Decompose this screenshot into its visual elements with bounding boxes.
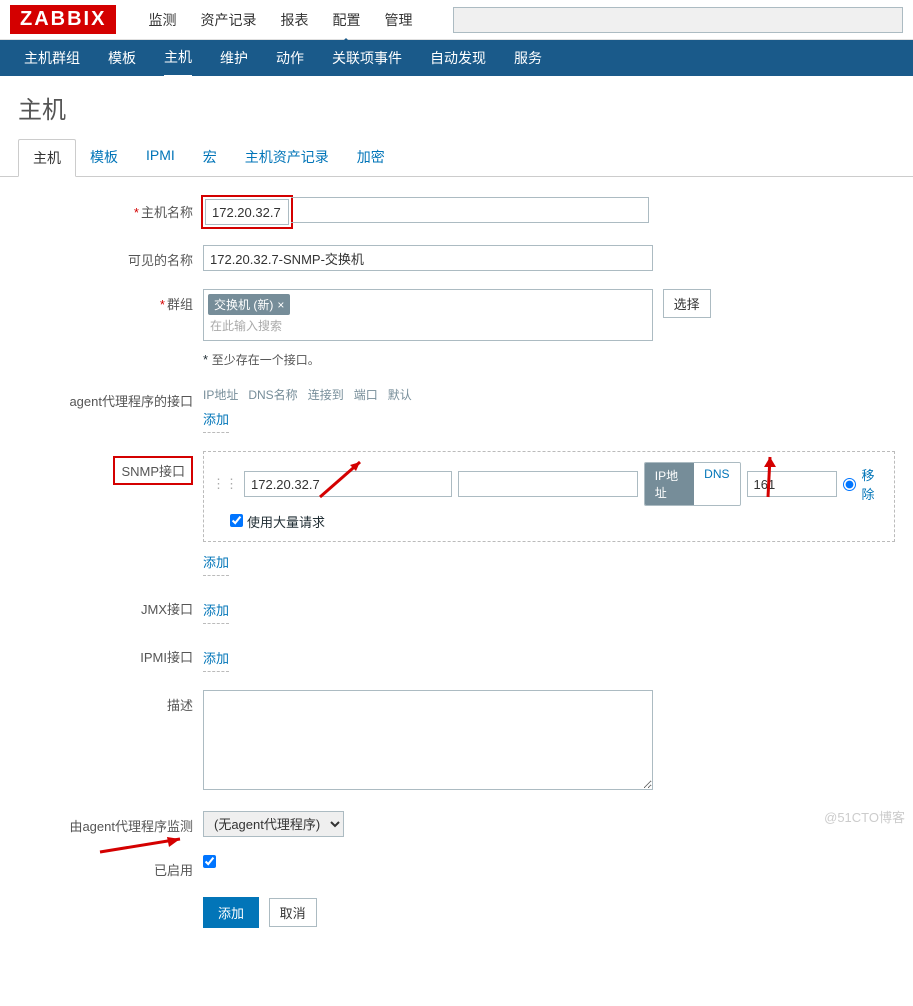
label-visible-name: 可见的名称 (18, 245, 203, 269)
subnav-maintenance[interactable]: 维护 (220, 40, 248, 76)
groups-placeholder: 在此输入搜索 (208, 315, 648, 336)
snmp-default-radio[interactable] (843, 478, 856, 491)
snmp-ip-input[interactable] (244, 471, 452, 497)
top-nav: ZABBIX 监测 资产记录 报表 配置 管理 (0, 0, 913, 40)
ipmi-add-link[interactable]: 添加 (203, 651, 229, 666)
sub-nav: 主机群组 模板 主机 维护 动作 关联项事件 自动发现 服务 (0, 40, 913, 76)
subnav-actions[interactable]: 动作 (276, 40, 304, 76)
subnav-discovery[interactable]: 自动发现 (430, 40, 486, 76)
label-proxy: 由agent代理程序监测 (18, 811, 203, 835)
snmp-connect-toggle[interactable]: IP地址 DNS (644, 462, 741, 506)
subnav-hostgroups[interactable]: 主机群组 (24, 40, 80, 76)
subnav-hosts[interactable]: 主机 (164, 39, 192, 78)
snmp-interface-box: ⋮⋮ IP地址 DNS 移除 使用大量请求 (203, 451, 895, 542)
groups-select-button[interactable]: 选择 (663, 289, 711, 318)
bulk-request-label[interactable]: 使用大量请求 (230, 515, 325, 530)
hostname-input[interactable] (205, 199, 289, 225)
submit-add-button[interactable]: 添加 (203, 897, 259, 928)
iface-header: IP地址DNS名称连接到端口默认 (203, 386, 895, 403)
description-textarea[interactable] (203, 690, 653, 790)
nav-config[interactable]: 配置 (332, 10, 360, 30)
tab-encryption[interactable]: 加密 (343, 139, 399, 176)
page-title: 主机 (0, 76, 913, 139)
toggle-dns[interactable]: DNS (694, 463, 739, 505)
nav-monitor[interactable]: 监测 (148, 10, 176, 30)
snmp-add-link[interactable]: 添加 (203, 555, 229, 570)
global-search-input[interactable] (453, 7, 903, 33)
form-tabs: 主机 模板 IPMI 宏 主机资产记录 加密 (0, 139, 913, 177)
remove-tag-icon[interactable]: × (277, 298, 284, 312)
iface-hint: 至少存在一个接口。 (212, 353, 320, 367)
nav-admin[interactable]: 管理 (384, 10, 412, 30)
subnav-templates[interactable]: 模板 (108, 40, 136, 76)
label-jmx-iface: JMX接口 (18, 594, 203, 618)
group-tag: 交换机 (新)× (208, 294, 290, 315)
tab-templates[interactable]: 模板 (76, 139, 132, 176)
logo: ZABBIX (10, 5, 116, 34)
cancel-button[interactable]: 取消 (269, 898, 317, 927)
snmp-remove-link[interactable]: 移除 (862, 465, 886, 503)
tab-ipmi[interactable]: IPMI (132, 139, 189, 176)
tab-host[interactable]: 主机 (18, 139, 76, 177)
watermark: @51CTO博客 (824, 807, 905, 826)
label-description: 描述 (18, 690, 203, 714)
label-agent-iface: agent代理程序的接口 (18, 386, 203, 410)
snmp-dns-input[interactable] (458, 471, 638, 497)
groups-multiselect[interactable]: 交换机 (新)× 在此输入搜索 (203, 289, 653, 341)
drag-handle-icon[interactable]: ⋮⋮ (212, 476, 238, 492)
subnav-services[interactable]: 服务 (514, 40, 542, 76)
toggle-ip[interactable]: IP地址 (645, 463, 694, 505)
tab-inventory[interactable]: 主机资产记录 (231, 139, 343, 176)
label-groups: *群组 (18, 289, 203, 313)
label-ipmi-iface: IPMI接口 (18, 642, 203, 666)
snmp-port-input[interactable] (747, 471, 837, 497)
tab-macros[interactable]: 宏 (189, 139, 231, 176)
nav-reports[interactable]: 报表 (280, 10, 308, 30)
nav-inventory[interactable]: 资产记录 (200, 10, 256, 30)
label-snmp-iface: SNMP接口 (113, 456, 193, 485)
host-form: *主机名称 可见的名称 *群组 交换机 (新)× 在此输入搜索 选择 * 至少存… (0, 177, 913, 1006)
subnav-correlation[interactable]: 关联项事件 (332, 40, 402, 76)
label-hostname: *主机名称 (18, 197, 203, 221)
bulk-request-checkbox[interactable] (230, 514, 243, 527)
jmx-add-link[interactable]: 添加 (203, 603, 229, 618)
agent-add-link[interactable]: 添加 (203, 412, 229, 427)
enabled-checkbox[interactable] (203, 855, 216, 868)
label-enabled: 已启用 (18, 855, 203, 879)
visible-name-input[interactable] (203, 245, 653, 271)
proxy-select[interactable]: (无agent代理程序) (203, 811, 344, 837)
